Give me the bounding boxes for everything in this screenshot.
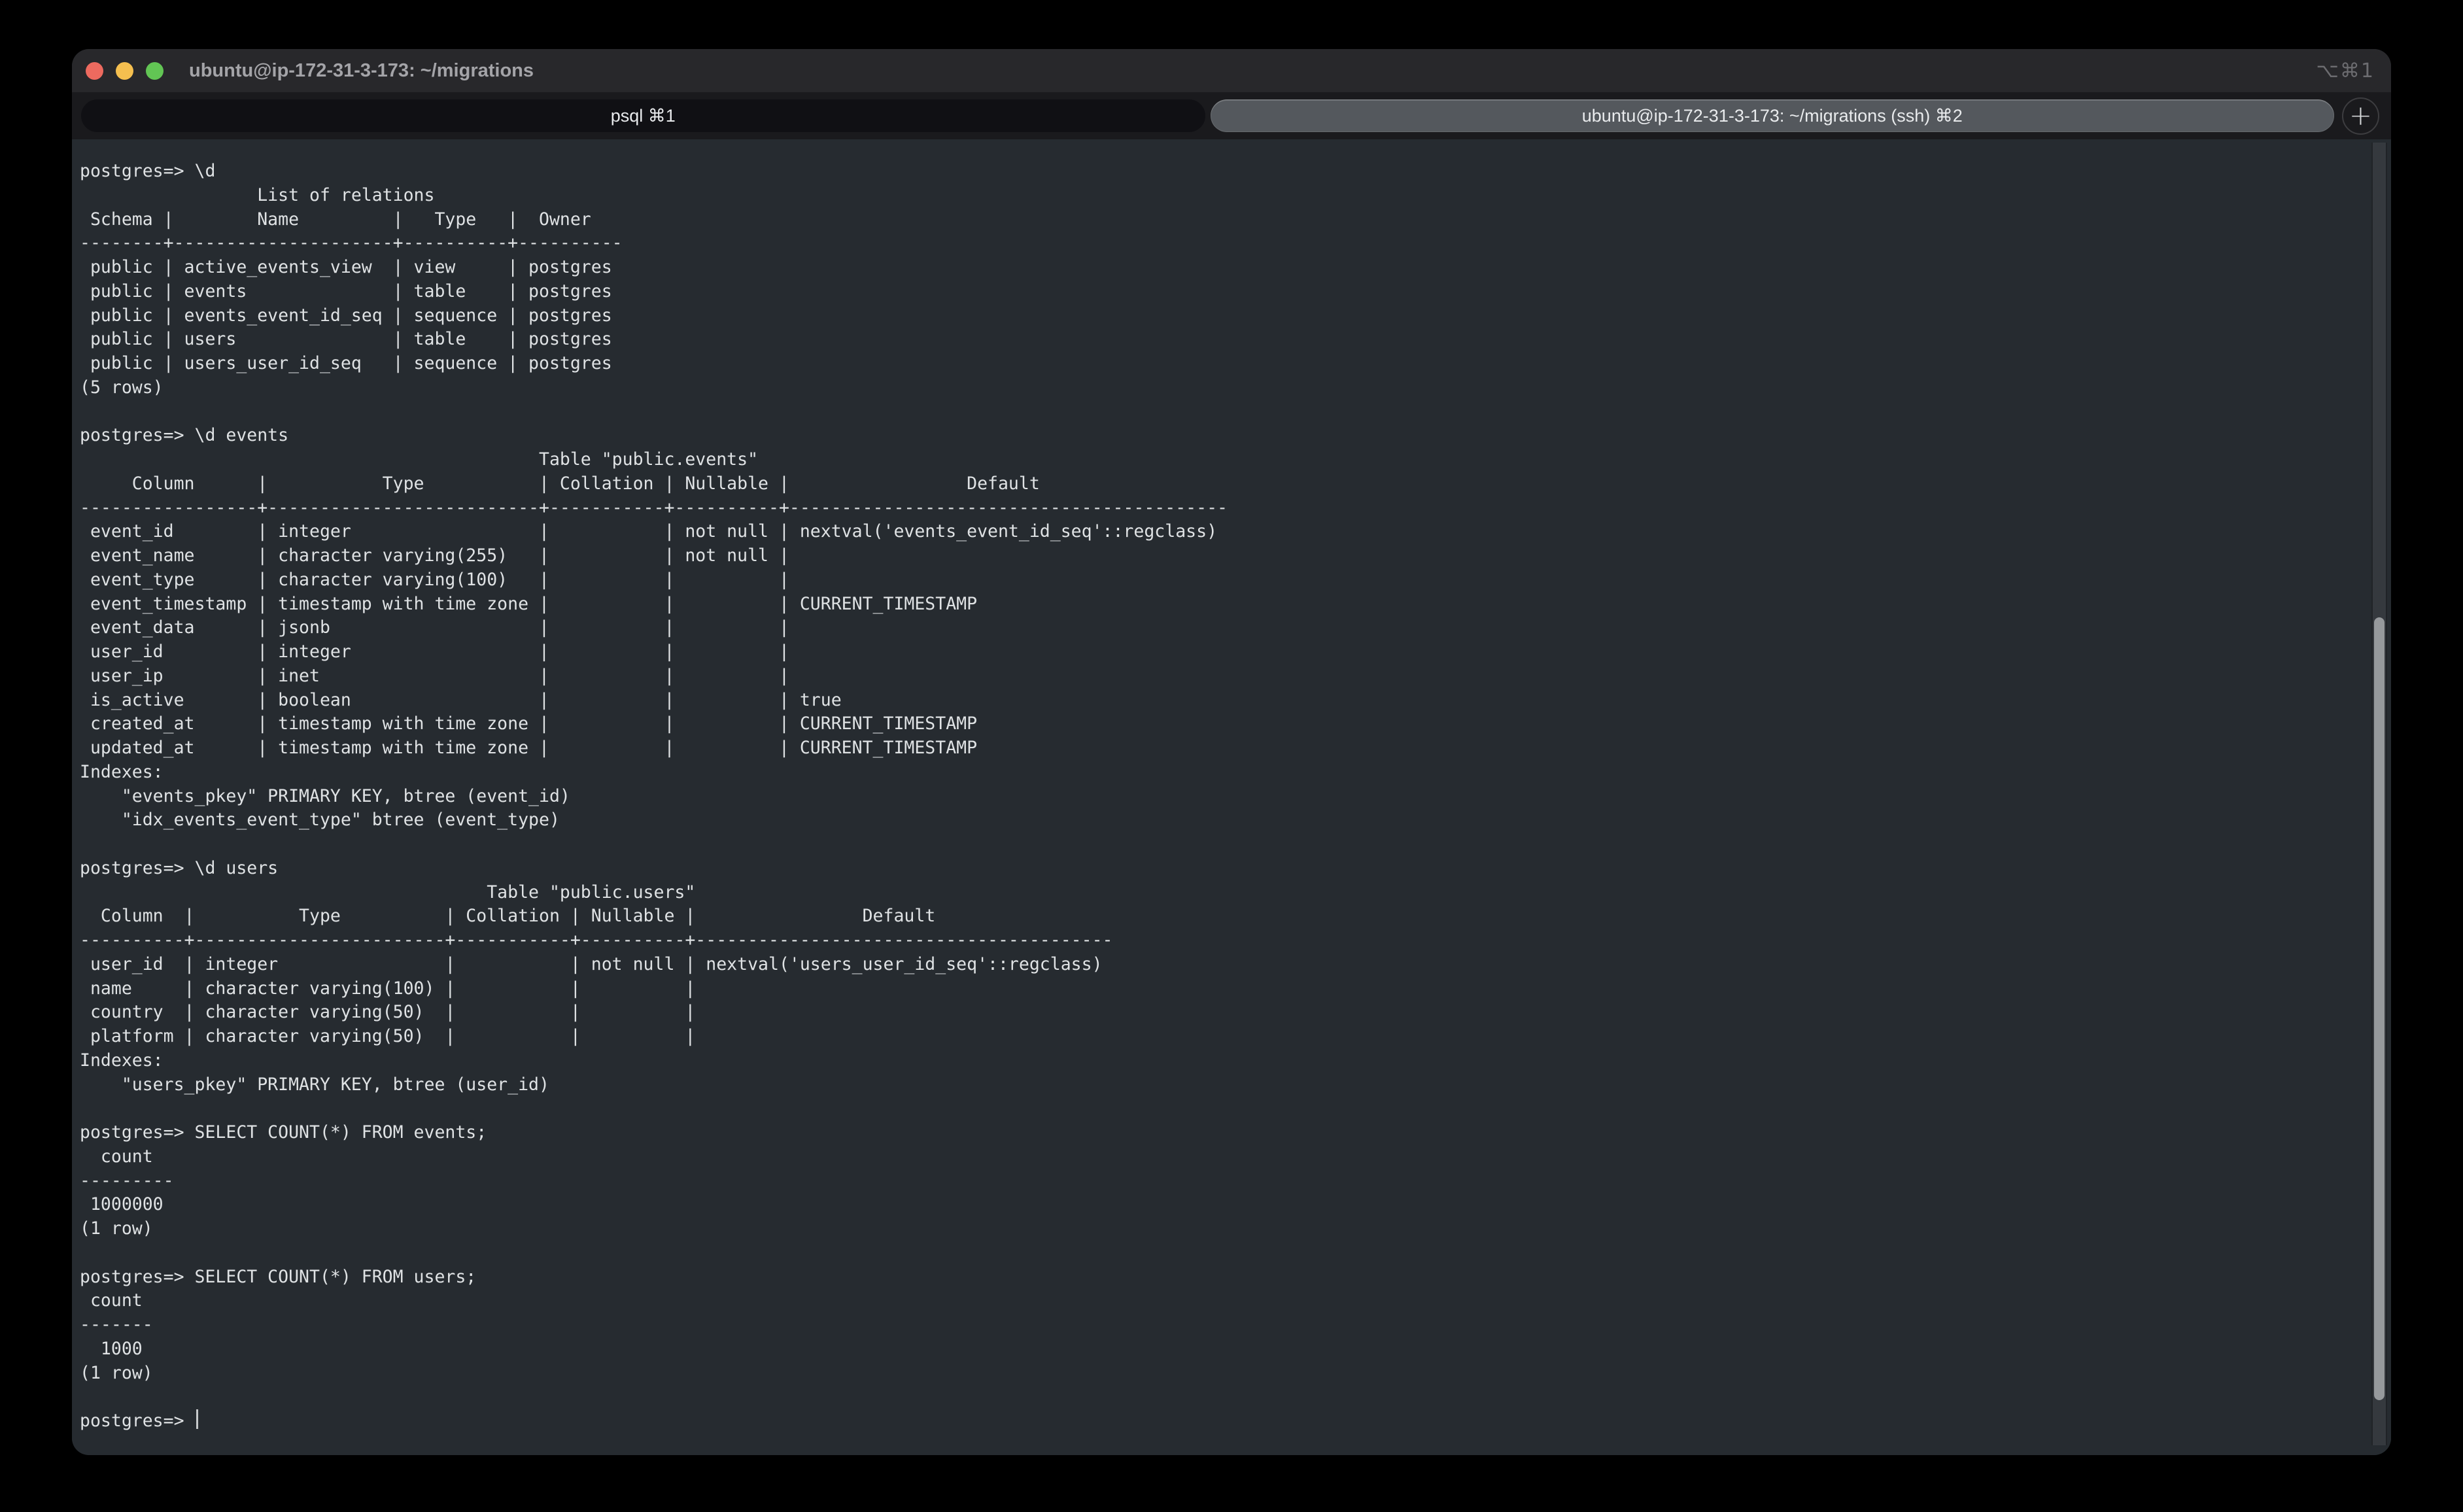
terminal-screen[interactable]: postgres=> \d List of relations Schema |…: [72, 139, 2391, 1455]
tab-ssh-label: ubuntu@ip-172-31-3-173: ~/migrations (ss…: [1582, 106, 1963, 126]
titlebar[interactable]: ubuntu@ip-172-31-3-173: ~/migrations ⌥⌘1: [72, 49, 2391, 92]
scrollbar-track[interactable]: [2371, 143, 2387, 1445]
window-title: ubuntu@ip-172-31-3-173: ~/migrations: [189, 60, 534, 82]
scrollbar-thumb[interactable]: [2374, 617, 2385, 1400]
desktop: { "window": { "title": "ubuntu@ip-172-31…: [0, 0, 2463, 1512]
traffic-lights: [86, 62, 164, 80]
tab-psql[interactable]: psql ⌘1: [81, 99, 1205, 132]
tab-psql-label: psql ⌘1: [611, 106, 676, 126]
zoom-button[interactable]: [146, 62, 164, 80]
terminal-prompt: postgres=>: [80, 1411, 195, 1431]
terminal-content: postgres=> \d List of relations Schema |…: [80, 160, 2352, 1434]
tab-ssh[interactable]: ubuntu@ip-172-31-3-173: ~/migrations (ss…: [1211, 99, 2335, 132]
plus-icon: +: [2349, 102, 2372, 129]
text-cursor: [196, 1409, 198, 1429]
minimize-button[interactable]: [116, 62, 133, 80]
terminal-output: postgres=> \d List of relations Schema |…: [80, 161, 1228, 1383]
close-button[interactable]: [86, 62, 103, 80]
terminal-window: ubuntu@ip-172-31-3-173: ~/migrations ⌥⌘1…: [72, 49, 2391, 1455]
titlebar-shortcut-hint: ⌥⌘1: [2316, 60, 2375, 82]
tab-bar: psql ⌘1 ubuntu@ip-172-31-3-173: ~/migrat…: [72, 92, 2391, 139]
new-tab-button[interactable]: +: [2342, 97, 2379, 135]
